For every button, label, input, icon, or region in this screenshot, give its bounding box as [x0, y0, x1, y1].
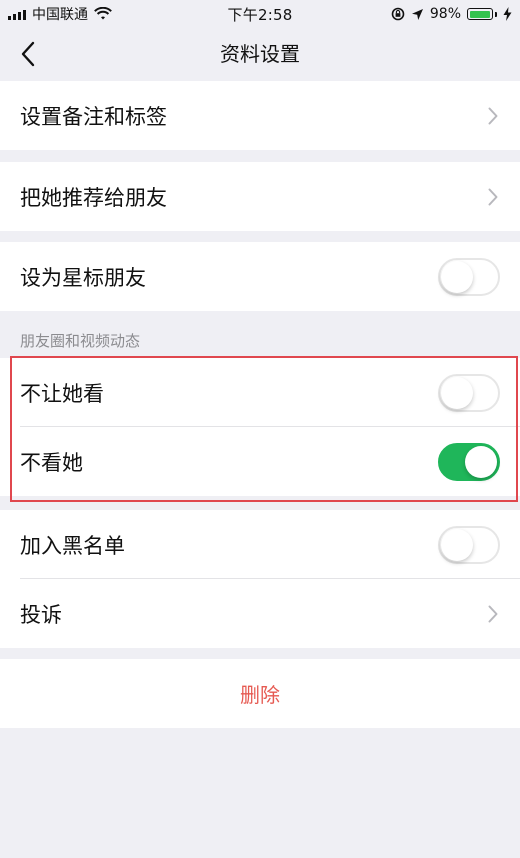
star-friend-toggle[interactable]	[438, 257, 500, 296]
group-remark: 设置备注和标签	[0, 81, 520, 150]
row-recommend-to-friend[interactable]: 把她推荐给朋友	[0, 162, 520, 231]
battery-percent: 98%	[429, 6, 461, 22]
charging-bolt-icon	[503, 7, 512, 21]
group-block-report: 加入黑名单 投诉	[0, 510, 520, 648]
hide-from-her-toggle[interactable]	[438, 373, 500, 412]
back-button[interactable]	[10, 36, 46, 72]
delete-button[interactable]: 删除	[0, 659, 520, 728]
wifi-icon	[94, 7, 112, 21]
row-label: 加入黑名单	[20, 533, 125, 558]
status-bar: 中国联通 下午2:58 98%	[0, 0, 520, 28]
battery-fill	[469, 10, 491, 18]
screen-lock-icon	[391, 7, 405, 21]
chevron-right-icon	[486, 105, 500, 127]
blacklist-toggle[interactable]	[438, 525, 500, 564]
status-right: 98%	[391, 6, 512, 22]
page-title: 资料设置	[220, 42, 300, 66]
chevron-right-icon	[486, 186, 500, 208]
dont-see-her-toggle[interactable]	[438, 442, 500, 481]
row-label: 不让她看	[20, 381, 104, 406]
row-label: 把她推荐给朋友	[20, 185, 167, 210]
row-label: 设置备注和标签	[20, 104, 167, 129]
group-delete: 删除	[0, 659, 520, 728]
chevron-left-icon	[21, 41, 35, 67]
row-hide-from-her: 不让她看	[0, 358, 520, 427]
status-left: 中国联通	[8, 4, 112, 24]
row-complain[interactable]: 投诉	[0, 579, 520, 648]
location-arrow-icon	[411, 8, 424, 21]
row-label: 设为星标朋友	[20, 265, 146, 290]
group-star: 设为星标朋友	[0, 242, 520, 311]
nav-bar: 资料设置	[0, 28, 520, 80]
row-set-remark-tags[interactable]: 设置备注和标签	[0, 81, 520, 150]
status-time: 下午2:58	[227, 5, 293, 24]
row-add-to-blacklist: 加入黑名单	[0, 510, 520, 579]
signal-icon	[8, 8, 26, 20]
group-recommend: 把她推荐给朋友	[0, 162, 520, 231]
chevron-right-icon	[486, 603, 500, 625]
row-dont-see-her: 不看她	[0, 427, 520, 496]
battery-icon	[467, 8, 497, 20]
delete-label: 删除	[240, 683, 280, 707]
row-star-friend: 设为星标朋友	[0, 242, 520, 311]
moments-section-header: 朋友圈和视频动态	[20, 332, 141, 350]
row-label: 不看她	[20, 450, 83, 475]
row-label: 投诉	[20, 602, 62, 627]
group-moments: 不让她看 不看她	[0, 358, 520, 496]
carrier-name: 中国联通	[32, 7, 88, 23]
